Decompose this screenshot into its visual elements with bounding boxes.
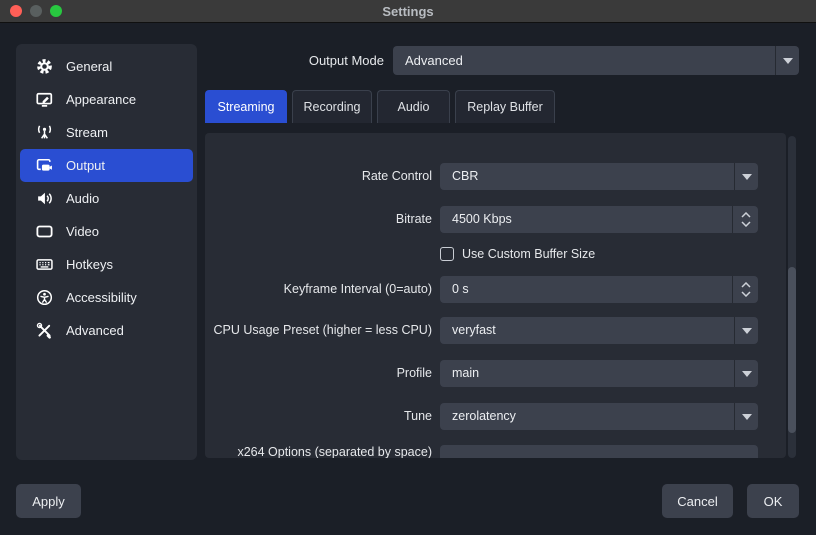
cancel-button[interactable]: Cancel xyxy=(662,484,733,518)
cpu-preset-dropdown[interactable]: veryfast xyxy=(440,317,758,344)
rate-control-dropdown[interactable]: CBR xyxy=(440,163,758,190)
traffic-lights xyxy=(10,5,62,17)
keyframe-interval-label: Keyframe Interval (0=auto) xyxy=(283,282,432,296)
chevron-down-icon xyxy=(734,360,758,387)
sidebar-item-label: Output xyxy=(66,158,106,173)
profile-value: main xyxy=(452,366,480,380)
zoom-icon[interactable] xyxy=(50,5,62,17)
output-icon xyxy=(36,157,53,174)
scrollbar-track[interactable] xyxy=(788,136,796,458)
sidebar-item-label: Hotkeys xyxy=(66,257,113,272)
sidebar-item-stream[interactable]: Stream xyxy=(20,116,193,149)
rate-control-value: CBR xyxy=(452,169,479,183)
custom-buffer-label: Use Custom Buffer Size xyxy=(462,247,596,261)
appearance-icon xyxy=(36,91,53,108)
sidebar-item-label: Video xyxy=(66,224,100,239)
sidebar-item-label: Advanced xyxy=(66,323,124,338)
settings-window: { "window": { "title": "Settings" }, "ti… xyxy=(0,0,816,535)
chevron-down-icon xyxy=(734,317,758,344)
x264-options-label: x264 Options (separated by space) xyxy=(237,445,432,458)
cpu-preset-value: veryfast xyxy=(452,323,496,337)
tools-icon xyxy=(36,322,53,339)
sidebar-item-appearance[interactable]: Appearance xyxy=(20,83,193,116)
display-icon xyxy=(36,223,53,240)
cpu-preset-label: CPU Usage Preset (higher = less CPU) xyxy=(213,323,432,337)
sidebar-item-label: Audio xyxy=(66,191,100,206)
speaker-icon xyxy=(36,190,53,207)
tab-recording[interactable]: Recording xyxy=(292,90,372,123)
sidebar-item-advanced[interactable]: Advanced xyxy=(20,314,193,347)
profile-label: Profile xyxy=(396,366,432,380)
sidebar-item-label: General xyxy=(66,59,113,74)
tab-replay-buffer[interactable]: Replay Buffer xyxy=(455,90,555,123)
bitrate-label: Bitrate xyxy=(395,212,432,226)
titlebar: Settings xyxy=(0,0,816,23)
bitrate-value: 4500 Kbps xyxy=(452,212,512,226)
tune-dropdown[interactable]: zerolatency xyxy=(440,403,758,430)
apply-button[interactable]: Apply xyxy=(16,484,81,518)
sidebar-item-general[interactable]: General xyxy=(20,50,193,83)
output-mode-value: Advanced xyxy=(405,53,463,68)
sidebar-item-label: Accessibility xyxy=(66,290,137,305)
close-icon[interactable] xyxy=(10,5,22,17)
output-mode-dropdown[interactable]: Advanced xyxy=(393,46,799,75)
spinner-arrows-icon[interactable] xyxy=(732,276,758,303)
tab-audio[interactable]: Audio xyxy=(377,90,450,123)
custom-buffer-checkbox[interactable] xyxy=(440,247,454,261)
keyframe-interval-value: 0 s xyxy=(452,282,469,296)
output-mode-label: Output Mode xyxy=(308,53,384,68)
sidebar-item-output[interactable]: Output xyxy=(20,149,193,182)
tune-label: Tune xyxy=(403,409,432,423)
chevron-down-icon xyxy=(734,163,758,190)
ok-button[interactable]: OK xyxy=(747,484,799,518)
streaming-settings-panel: Rate Control CBR Bitrate 4500 Kbps Use C… xyxy=(205,133,786,458)
tune-value: zerolatency xyxy=(452,409,516,423)
minimize-icon xyxy=(30,5,42,17)
sidebar-item-audio[interactable]: Audio xyxy=(20,182,193,215)
accessibility-icon xyxy=(36,289,53,306)
rate-control-label: Rate Control xyxy=(361,169,432,183)
gear-icon xyxy=(36,58,53,75)
scrollbar-thumb[interactable] xyxy=(788,267,796,433)
window-title: Settings xyxy=(382,3,434,19)
profile-dropdown[interactable]: main xyxy=(440,360,758,387)
sidebar-item-hotkeys[interactable]: Hotkeys xyxy=(20,248,193,281)
sidebar-item-accessibility[interactable]: Accessibility xyxy=(20,281,193,314)
keyframe-interval-spinbox[interactable]: 0 s xyxy=(440,276,758,303)
chevron-down-icon xyxy=(734,403,758,430)
tab-streaming[interactable]: Streaming xyxy=(205,90,287,123)
bitrate-spinbox[interactable]: 4500 Kbps xyxy=(440,206,758,233)
sidebar-item-label: Stream xyxy=(66,125,108,140)
broadcast-icon xyxy=(36,124,53,141)
keyboard-icon xyxy=(36,256,53,273)
x264-options-input[interactable] xyxy=(440,445,758,458)
sidebar-item-label: Appearance xyxy=(66,92,137,107)
spinner-arrows-icon[interactable] xyxy=(732,206,758,233)
sidebar-item-video[interactable]: Video xyxy=(20,215,193,248)
chevron-down-icon xyxy=(775,46,799,75)
settings-sidebar: General Appearance Stream Output Audio V… xyxy=(16,44,197,460)
